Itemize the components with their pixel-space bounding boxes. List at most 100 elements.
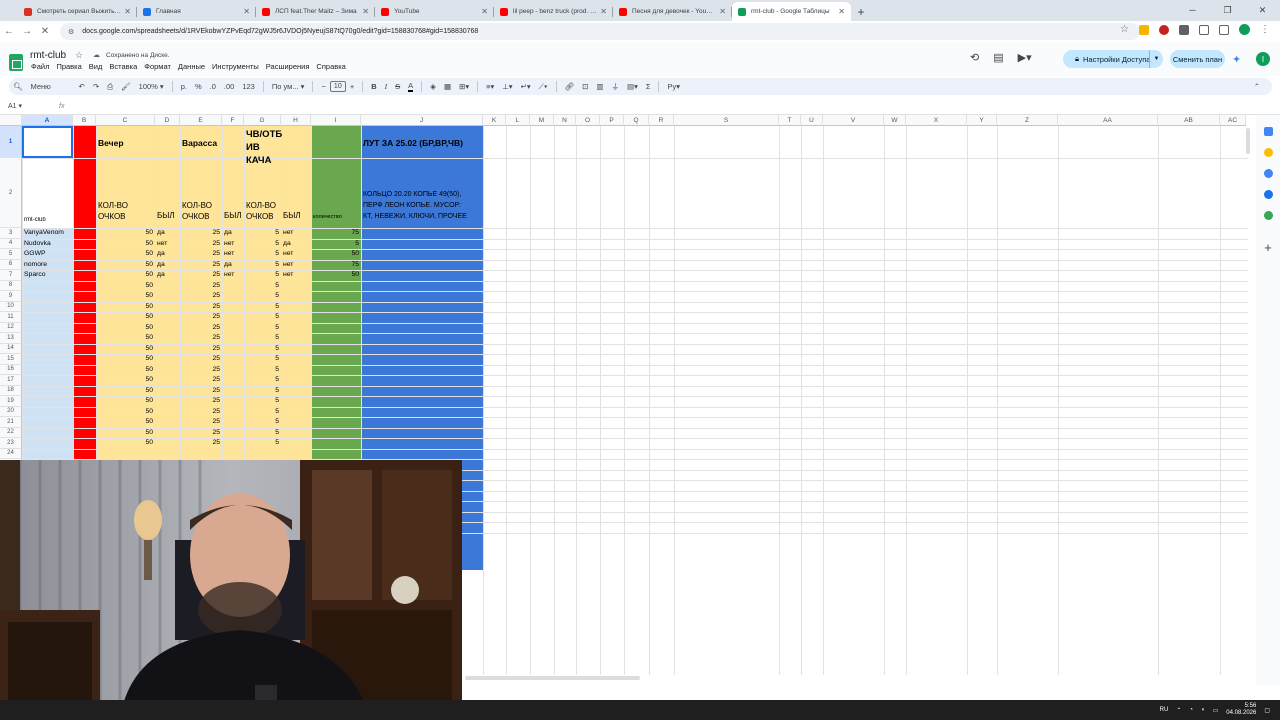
column-header[interactable]: Y	[967, 115, 997, 126]
calendar-icon[interactable]	[1263, 127, 1273, 136]
points-value[interactable]: 5	[246, 229, 279, 238]
battery-icon[interactable]: ▭	[1213, 707, 1219, 714]
attendance-value[interactable]	[283, 355, 309, 364]
points-value[interactable]: 50	[98, 345, 153, 354]
close-tab-icon[interactable]: ✕	[719, 7, 726, 16]
player-name[interactable]: Nudovka	[24, 240, 71, 249]
contacts-icon[interactable]	[1263, 190, 1273, 199]
extension-icon[interactable]	[1159, 24, 1169, 35]
points-value[interactable]: 5	[246, 439, 279, 448]
profile-avatar[interactable]	[1239, 24, 1250, 35]
attendance-value[interactable]: нет	[283, 271, 309, 280]
row-header[interactable]: 11	[0, 312, 22, 323]
column-header[interactable]: W	[884, 115, 906, 126]
reload-icon[interactable]: ✕	[36, 26, 54, 37]
star-icon[interactable]: ☆	[75, 50, 83, 61]
attendance-value[interactable]	[283, 313, 309, 322]
count-value[interactable]	[313, 282, 359, 291]
filter-views-icon[interactable]: ▤▾	[627, 82, 638, 91]
attendance-value[interactable]	[224, 439, 242, 448]
points-value[interactable]: 50	[98, 271, 153, 280]
share-dropdown-icon[interactable]: ▼	[1149, 50, 1163, 68]
notifications-icon[interactable]: ▢	[1264, 707, 1270, 714]
column-header[interactable]: E	[180, 115, 222, 126]
attendance-value[interactable]: да	[157, 271, 178, 280]
count-value[interactable]	[313, 418, 359, 427]
column-header[interactable]: U	[801, 115, 823, 126]
search-icon[interactable]: 🔍︎	[13, 82, 23, 91]
functions-icon[interactable]: Σ	[646, 82, 651, 91]
points-value[interactable]: 25	[182, 282, 220, 291]
header-varassa[interactable]: Варасса	[182, 138, 220, 150]
count-value[interactable]	[313, 324, 359, 333]
points-value[interactable]: 25	[182, 418, 220, 427]
undo-icon[interactable]: ↶	[79, 82, 85, 91]
row-header[interactable]: 24	[0, 448, 22, 459]
points-value[interactable]: 50	[98, 229, 153, 238]
attendance-value[interactable]	[157, 387, 178, 396]
wifi-icon[interactable]: ◔	[1189, 707, 1193, 713]
attendance-value[interactable]	[157, 408, 178, 417]
attendance-value[interactable]	[283, 397, 309, 406]
browser-tab[interactable]: ЛСП feat.Ther Maitz – Зима ✕	[256, 2, 375, 21]
row-header[interactable]: 7	[0, 270, 22, 281]
count-value[interactable]: 50	[313, 250, 359, 259]
column-header[interactable]: AA	[1058, 115, 1158, 126]
column-header[interactable]: F	[222, 115, 244, 126]
attendance-value[interactable]: да	[224, 261, 242, 270]
points-value[interactable]: 5	[246, 397, 279, 406]
attendance-value[interactable]	[157, 324, 178, 333]
attendance-value[interactable]: да	[224, 229, 242, 238]
points-value[interactable]: 5	[246, 366, 279, 375]
points-value[interactable]: 25	[182, 229, 220, 238]
player-name[interactable]	[24, 397, 71, 406]
points-value[interactable]: 5	[246, 376, 279, 385]
font-size-increase[interactable]: +	[350, 82, 354, 91]
attendance-value[interactable]	[224, 376, 242, 385]
close-tab-icon[interactable]: ✕	[481, 7, 488, 16]
history-icon[interactable]: ⟲	[970, 51, 979, 64]
count-value[interactable]	[313, 355, 359, 364]
percent-button[interactable]: %	[195, 82, 202, 91]
points-value[interactable]: 5	[246, 345, 279, 354]
attendance-value[interactable]: да	[283, 240, 309, 249]
player-name[interactable]: GGWP	[24, 250, 71, 259]
attendance-value[interactable]	[157, 345, 178, 354]
row-header[interactable]: 22	[0, 427, 22, 438]
attendance-value[interactable]	[224, 292, 242, 301]
player-name[interactable]	[24, 303, 71, 312]
extension-icon[interactable]	[1139, 24, 1149, 35]
attendance-value[interactable]	[157, 334, 178, 343]
count-value[interactable]	[313, 397, 359, 406]
avatar[interactable]: I	[1256, 52, 1270, 66]
attendance-value[interactable]	[283, 387, 309, 396]
count-value[interactable]	[313, 292, 359, 301]
column-header[interactable]: Z	[997, 115, 1058, 126]
column-header[interactable]: G	[244, 115, 281, 126]
count-value[interactable]: 50	[313, 271, 359, 280]
player-name[interactable]	[24, 355, 71, 364]
points-value[interactable]: 50	[98, 313, 153, 322]
row-header[interactable]: 6	[0, 259, 22, 270]
menu-item[interactable]: Формат	[144, 62, 171, 71]
select-all-corner[interactable]	[0, 115, 22, 126]
borders-icon[interactable]: ▦	[444, 82, 451, 91]
attendance-value[interactable]	[224, 366, 242, 375]
points-value[interactable]: 25	[182, 355, 220, 364]
paint-format-icon[interactable]: 🖌︎	[121, 82, 131, 91]
points-value[interactable]: 25	[182, 261, 220, 270]
browser-tab[interactable]: lil peep - benz truck (prod. sm... ✕	[494, 2, 613, 21]
chevron-up-icon[interactable]: ⌃	[1176, 707, 1181, 714]
column-header[interactable]: AB	[1158, 115, 1220, 126]
points-value[interactable]: 25	[182, 376, 220, 385]
extension-icon[interactable]	[1179, 24, 1189, 35]
row-header[interactable]: 16	[0, 364, 22, 375]
column-header[interactable]: R	[649, 115, 674, 126]
attendance-value[interactable]	[224, 345, 242, 354]
count-value[interactable]	[313, 439, 359, 448]
change-plan-button[interactable]: Сменить план	[1170, 50, 1225, 68]
player-name[interactable]	[24, 282, 71, 291]
points-value[interactable]: 50	[98, 240, 153, 249]
attendance-value[interactable]	[283, 334, 309, 343]
count-value[interactable]	[313, 345, 359, 354]
